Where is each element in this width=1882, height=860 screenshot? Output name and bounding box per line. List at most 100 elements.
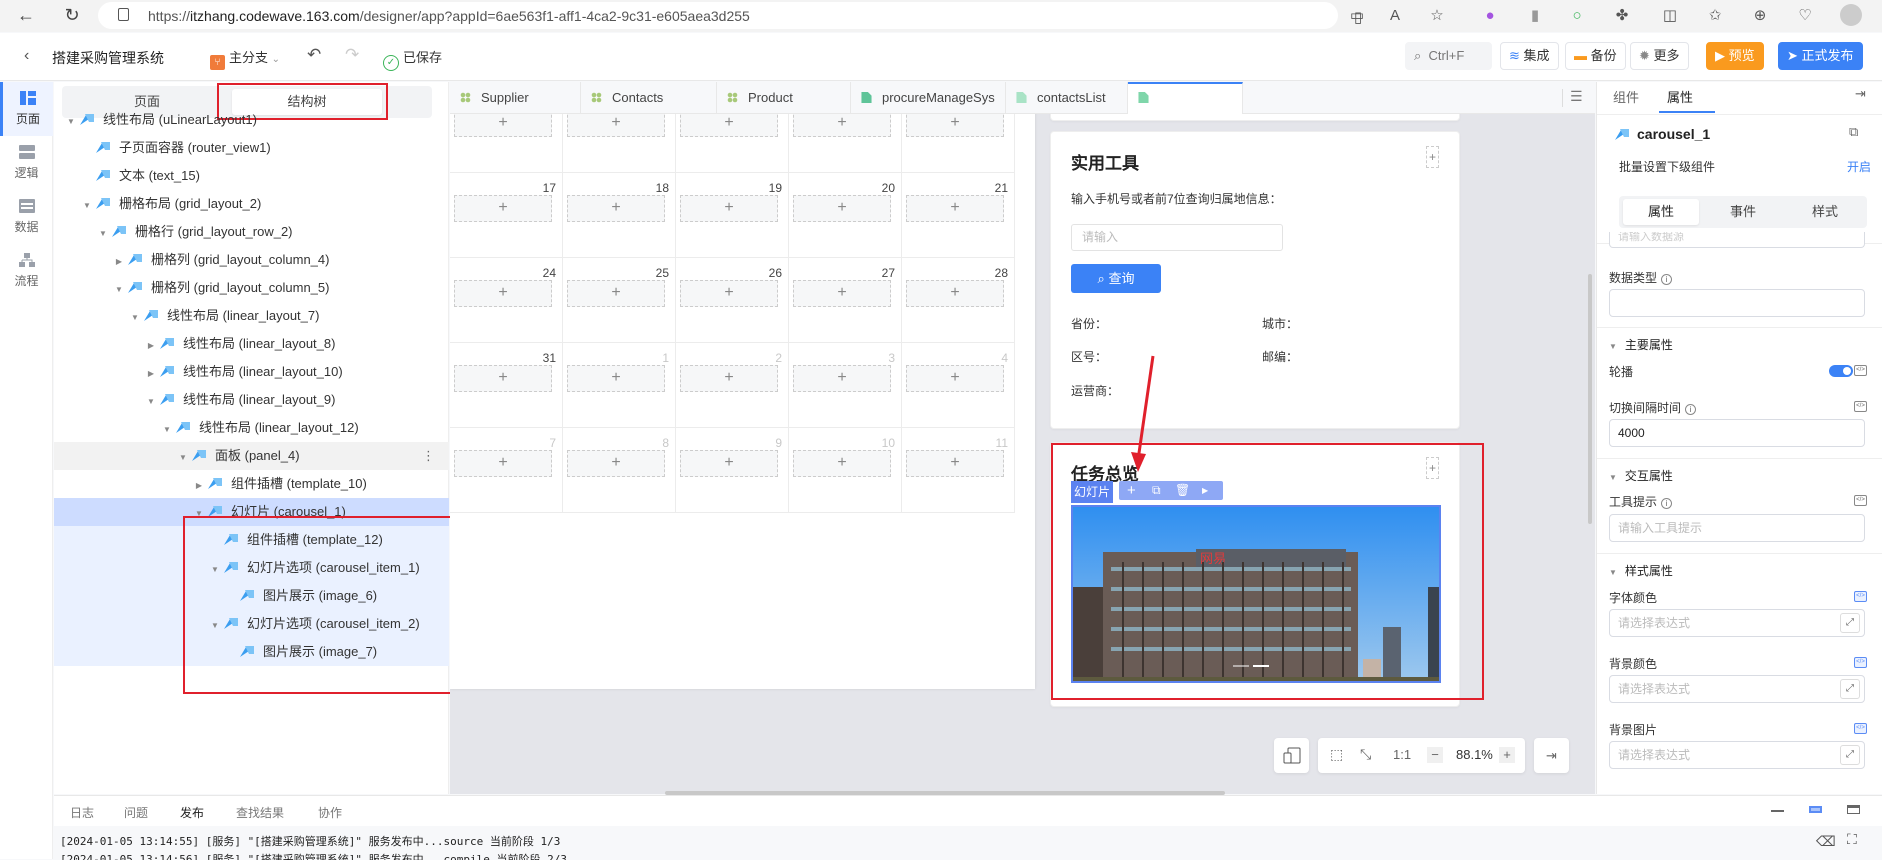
autoplay-toggle[interactable]	[1829, 365, 1853, 377]
expand-toggle-icon[interactable]: ▼	[98, 220, 108, 248]
add-event-slot[interactable]: +	[454, 195, 552, 222]
extension-circle-icon[interactable]: ○	[1567, 6, 1587, 26]
extension-icon[interactable]: ▮	[1525, 6, 1545, 26]
read-aloud-icon[interactable]: A	[1385, 6, 1405, 26]
expand-right-icon[interactable]: ▶	[1202, 481, 1208, 500]
subtab-properties[interactable]: 属性	[1623, 199, 1699, 225]
integrate-button[interactable]: ≋ 集成	[1500, 42, 1559, 70]
health-icon[interactable]: ♡	[1795, 6, 1815, 26]
tree-node[interactable]: ▶ 线性布局 (linear_layout_10)	[54, 358, 449, 386]
publish-button[interactable]: ➤ 正式发布	[1778, 42, 1863, 70]
bg-color-input[interactable]: 请选择表达式 ⤢	[1609, 675, 1865, 703]
expand-toggle-icon[interactable]: ▶	[146, 360, 156, 388]
half-panel-icon[interactable]	[1809, 806, 1822, 813]
add-event-slot[interactable]: +	[680, 114, 778, 137]
add-event-slot[interactable]: +	[793, 365, 891, 392]
add-event-slot[interactable]: +	[454, 114, 552, 137]
vertical-scrollbar[interactable]	[1588, 274, 1592, 524]
tree-node[interactable]: 子页面容器 (router_view1)	[54, 134, 449, 162]
tree-node[interactable]: 文本 (text_15)	[54, 162, 449, 190]
carousel-component[interactable]: 网易	[1071, 505, 1441, 683]
collections-icon[interactable]: ⊕	[1750, 6, 1770, 26]
add-event-slot[interactable]: +	[793, 195, 891, 222]
tab-issues[interactable]: 问题	[124, 804, 148, 821]
extension-brain-icon[interactable]: ●	[1480, 6, 1500, 26]
refresh-icon[interactable]: ↻	[60, 5, 84, 26]
actual-size-button[interactable]: 1:1	[1393, 747, 1411, 762]
tree-node[interactable]: ▼ 面板 (panel_4) ⋮	[54, 442, 449, 470]
more-button[interactable]: ✹ 更多	[1630, 42, 1689, 70]
expand-toggle-icon[interactable]: ▶	[146, 332, 156, 360]
tab-product[interactable]: Product	[717, 82, 851, 114]
expand-toggle-icon[interactable]: ▼	[130, 304, 140, 332]
expand-icon[interactable]: ⤢	[1840, 745, 1860, 765]
clipboard-icon[interactable]: ▭	[1347, 6, 1367, 26]
fullscreen-icon[interactable]: ⛶	[1847, 831, 1857, 848]
copy-icon[interactable]: ⧉	[1849, 124, 1858, 140]
undo-icon[interactable]: ↶	[307, 45, 321, 65]
tree-node[interactable]: ▼ 线性布局 (uLinearLayout1)	[54, 106, 449, 134]
tab-properties[interactable]: 属性	[1667, 87, 1693, 106]
favorites-icon[interactable]: ✩	[1705, 6, 1725, 26]
redo-icon[interactable]: ↷	[345, 45, 359, 65]
extensions-puzzle-icon[interactable]: ✤	[1612, 6, 1632, 26]
tree-node[interactable]: ▼ 栅格布局 (grid_layout_2)	[54, 190, 449, 218]
expand-toggle-icon[interactable]: ▼	[66, 108, 76, 136]
rail-item-flow[interactable]: 流程	[0, 244, 53, 298]
zoom-in-button[interactable]: +	[1499, 747, 1515, 763]
tree-node[interactable]: ▼ 栅格列 (grid_layout_column_5)	[54, 274, 449, 302]
section-style-properties[interactable]: ▼ 样式属性	[1609, 562, 1673, 579]
minimize-panel-icon[interactable]	[1771, 810, 1784, 812]
bg-image-input[interactable]: 请选择表达式 ⤢	[1609, 741, 1865, 769]
rail-item-page[interactable]: 页面	[0, 82, 53, 136]
add-event-slot[interactable]: +	[680, 280, 778, 307]
expand-toggle-icon[interactable]: ▼	[114, 276, 124, 304]
batch-enable-link[interactable]: 开启	[1847, 158, 1871, 175]
add-slot-button[interactable]: +	[1426, 146, 1439, 168]
tab-log[interactable]: 日志	[70, 804, 94, 821]
favorite-star-icon[interactable]: ☆	[1427, 6, 1447, 26]
tooltip-input[interactable]: 请输入工具提示	[1609, 514, 1865, 542]
expand-toggle-icon[interactable]: ▶	[114, 248, 124, 276]
interval-input[interactable]: 4000	[1609, 419, 1865, 447]
tree-node[interactable]: ▶ 线性布局 (linear_layout_8)	[54, 330, 449, 358]
select-area-icon[interactable]: ⬚	[1330, 746, 1343, 763]
duplicate-icon[interactable]: ⧉	[1152, 481, 1161, 500]
delete-icon[interactable]: 🗑	[1175, 481, 1190, 500]
code-binding-icon[interactable]: </>	[1854, 495, 1867, 506]
expand-toggle-icon[interactable]: ▼	[162, 416, 172, 444]
split-screen-icon[interactable]: ◫	[1660, 6, 1680, 26]
add-event-slot[interactable]: +	[567, 280, 665, 307]
add-event-slot[interactable]: +	[567, 195, 665, 222]
maximize-panel-icon[interactable]	[1847, 805, 1860, 814]
code-binding-icon[interactable]: </>	[1854, 401, 1867, 412]
rail-item-data[interactable]: 数据	[0, 190, 53, 244]
fit-screen-icon[interactable]: ⤡	[1360, 746, 1371, 763]
tree-node[interactable]: ▼ 线性布局 (linear_layout_7)	[54, 302, 449, 330]
profile-avatar[interactable]	[1840, 4, 1862, 26]
expand-icon[interactable]: ⤢	[1840, 613, 1860, 633]
expand-toggle-icon[interactable]: ▼	[178, 444, 188, 472]
expand-toggle-icon[interactable]: ▶	[194, 472, 204, 500]
tab-procuremanagesys[interactable]: procureManageSys	[851, 82, 1006, 114]
tab-collaboration[interactable]: 协作	[318, 804, 342, 821]
add-event-slot[interactable]: +	[454, 280, 552, 307]
add-event-slot[interactable]: +	[454, 365, 552, 392]
section-main-properties[interactable]: ▼ 主要属性	[1609, 336, 1673, 353]
tab-contactslist[interactable]: contactsList	[1006, 82, 1128, 114]
add-event-slot[interactable]: +	[567, 450, 665, 477]
tab-publish[interactable]: 发布	[180, 804, 204, 821]
add-event-slot[interactable]: +	[680, 195, 778, 222]
data-type-input[interactable]	[1609, 289, 1865, 317]
subtab-events[interactable]: 事件	[1705, 199, 1781, 225]
more-options-icon[interactable]: ⋮	[422, 442, 435, 470]
tree-node[interactable]: ▶ 组件插槽 (template_10)	[54, 470, 449, 498]
backup-button[interactable]: ▬ 备份	[1565, 42, 1626, 70]
tree-node[interactable]: ▼ 线性布局 (linear_layout_12)	[54, 414, 449, 442]
tree-node[interactable]: ▶ 栅格列 (grid_layout_column_4)	[54, 246, 449, 274]
expand-toggle-icon[interactable]: ▼	[82, 192, 92, 220]
add-event-slot[interactable]: +	[680, 450, 778, 477]
font-color-input[interactable]: 请选择表达式 ⤢	[1609, 609, 1865, 637]
search-button[interactable]: ⌕ Ctrl+F	[1405, 42, 1492, 70]
add-event-slot[interactable]: +	[680, 365, 778, 392]
